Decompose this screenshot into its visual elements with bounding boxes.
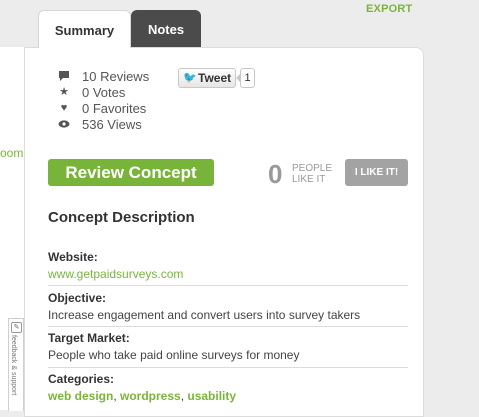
feedback-icon: ✎ — [11, 322, 22, 333]
tweet-button[interactable]: 🐦 Tweet — [178, 68, 236, 88]
review-concept-button[interactable]: Review Concept — [48, 159, 214, 186]
tweet-count: 1 — [236, 68, 255, 88]
target-market-row: Target Market: People who take paid onli… — [48, 331, 408, 362]
category-link-web-design[interactable]: web design — [48, 389, 113, 403]
comment-icon — [58, 70, 70, 82]
objective-row: Objective: Increase engagement and conve… — [48, 291, 408, 322]
target-market-value: People who take paid online surveys for … — [48, 348, 300, 362]
i-like-it-button[interactable]: I LIKE IT! — [345, 159, 408, 186]
feedback-support-tab[interactable]: ✎ feedback & support — [8, 318, 24, 411]
likes-count: 0 — [268, 159, 283, 189]
target-market-label: Target Market: — [48, 331, 130, 345]
feedback-label: feedback & support — [10, 335, 17, 396]
twitter-bird-icon: 🐦 — [183, 72, 197, 84]
tab-notes[interactable]: Notes — [131, 10, 201, 47]
likes-label-line1: PEOPLE — [292, 163, 333, 174]
tab-summary[interactable]: Summary — [38, 10, 131, 48]
left-panel-link[interactable]: oom — [0, 146, 23, 160]
export-link[interactable]: EXPORT — [366, 3, 412, 15]
likes-label: PEOPLE LIKE IT — [292, 163, 332, 185]
eye-icon — [58, 118, 70, 130]
likes-label-line2: LIKE IT — [292, 174, 326, 185]
objective-label: Objective: — [48, 291, 107, 305]
star-icon: ★ — [59, 86, 69, 98]
categories-row: Categories: web design, wordpress, usabi… — [48, 372, 408, 403]
divider — [48, 285, 408, 286]
categories-label: Categories: — [48, 372, 115, 386]
objective-value: Increase engagement and convert users in… — [48, 308, 361, 322]
divider — [48, 326, 408, 327]
category-link-wordpress[interactable]: wordpress — [120, 389, 181, 403]
category-link-usability[interactable]: usability — [187, 389, 236, 403]
stat-votes-text: 0 Votes — [82, 85, 126, 100]
website-label: Website: — [48, 250, 98, 264]
website-link[interactable]: www.getpaidsurveys.com — [48, 267, 408, 281]
stat-views-text: 536 Views — [82, 117, 142, 132]
heart-icon: ♥ — [60, 102, 68, 114]
website-row: Website: www.getpaidsurveys.com — [48, 250, 408, 281]
categories-list: web design, wordpress, usability — [48, 389, 237, 403]
concept-description-title: Concept Description — [48, 209, 195, 226]
stat-favorites-text: 0 Favorites — [82, 101, 147, 116]
divider — [48, 367, 408, 368]
tweet-label: Tweet — [198, 71, 232, 85]
stat-reviews-text: 10 Reviews — [82, 69, 150, 84]
